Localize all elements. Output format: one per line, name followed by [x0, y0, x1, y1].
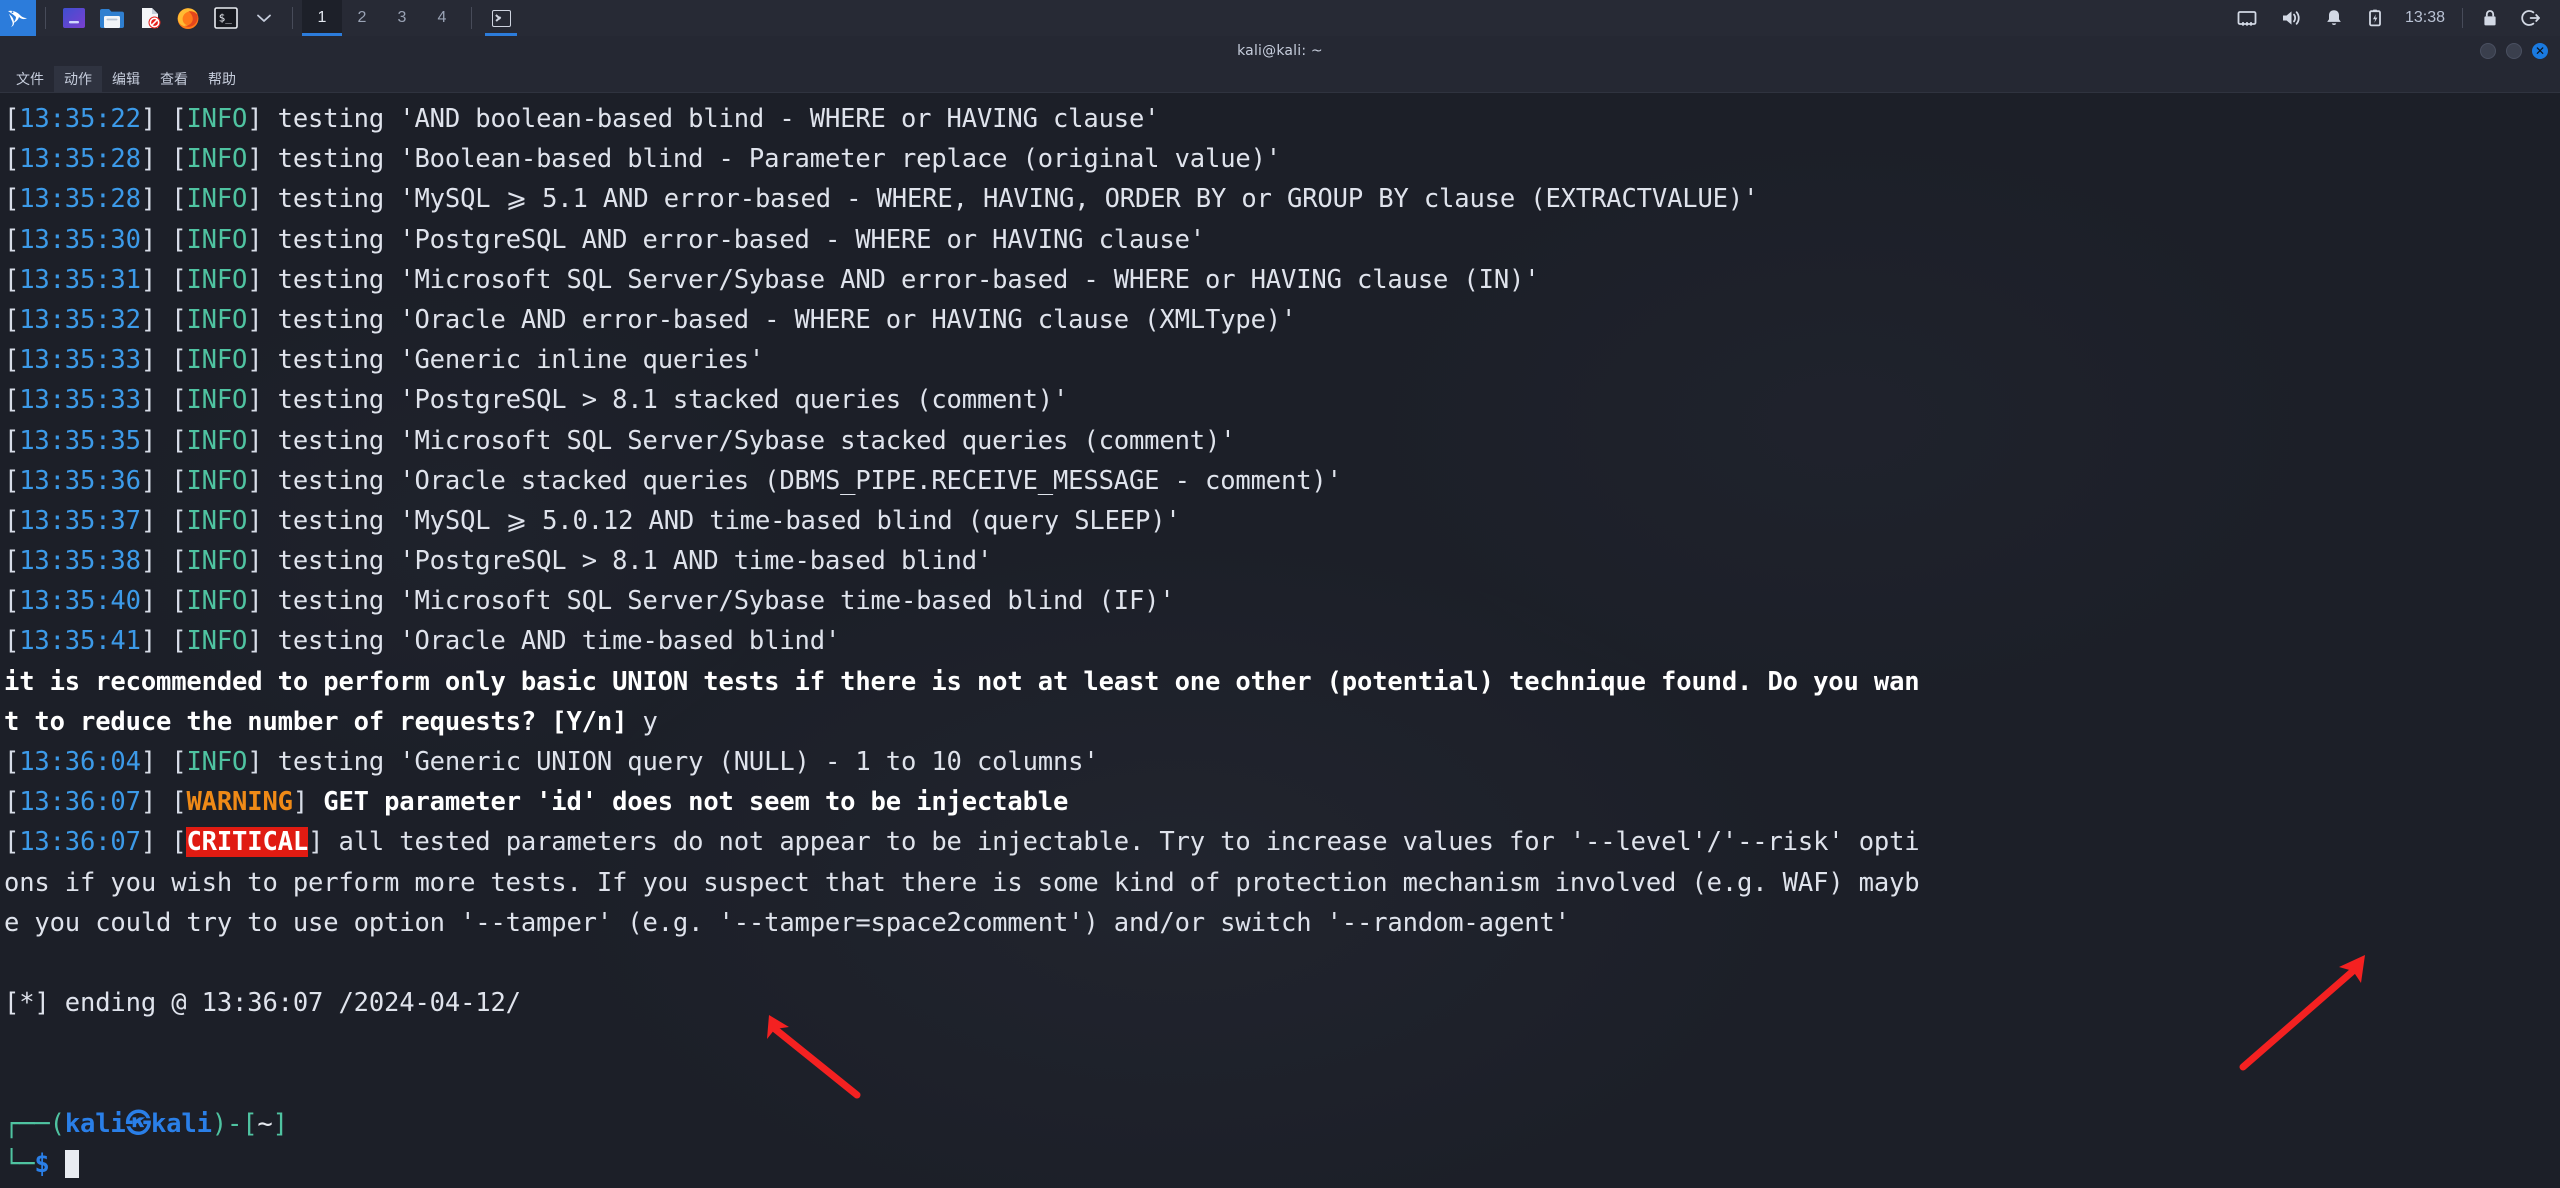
terminal-log-line: [13:35:30] [INFO] testing 'PostgreSQL AN…	[4, 224, 1205, 255]
terminal-question-line: it is recommended to perform only basic …	[4, 666, 1920, 697]
terminal-prompt-line-2: └─$	[4, 1144, 2560, 1184]
menu-view[interactable]: 查看	[150, 66, 198, 92]
kali-dragon-logo[interactable]	[0, 0, 36, 36]
workspace-4[interactable]: 4	[422, 0, 462, 36]
window-controls: ✕	[2480, 36, 2548, 66]
terminal-critical-line-cont: ons if you wish to perform more tests. I…	[4, 867, 1920, 898]
tray-divider	[2462, 8, 2463, 28]
battery-icon[interactable]	[2355, 0, 2395, 36]
terminal-window-icon	[491, 9, 511, 27]
terminal-question-answer-line: t to reduce the number of requests? [Y/n…	[4, 706, 658, 737]
terminal-prompt-line-1: ┌──(kali㉿kali)-[~]	[4, 1108, 288, 1139]
close-button[interactable]: ✕	[2532, 43, 2548, 59]
menu-edit[interactable]: 编辑	[102, 66, 150, 92]
terminal-critical-line-cont: e you could try to use option '--tamper'…	[4, 907, 1570, 938]
files-icon[interactable]	[93, 0, 131, 36]
chevron-down-icon[interactable]	[245, 0, 283, 36]
system-tray: 13:38	[2225, 0, 2560, 36]
maximize-button[interactable]	[2506, 43, 2522, 59]
taskbar-divider-3	[471, 7, 472, 29]
terminal-output-area[interactable]: [13:35:22] [INFO] testing 'AND boolean-b…	[0, 93, 2560, 1188]
terminal-log-line: [13:36:04] [INFO] testing 'Generic UNION…	[4, 747, 1099, 777]
terminal-cursor	[64, 1149, 79, 1178]
firefox-icon[interactable]	[169, 0, 207, 36]
app-menu-icon[interactable]	[55, 0, 93, 36]
taskbar: $_ 1 2 3 4 13:38	[0, 0, 2560, 36]
terminal-log-line: [13:35:38] [INFO] testing 'PostgreSQL > …	[4, 546, 993, 577]
bell-icon[interactable]	[2313, 0, 2355, 36]
terminal-window: kali@kali: ~ ✕ 文件 动作 编辑 查看 帮助 [13:35:22]…	[0, 36, 2560, 1188]
workspace-2[interactable]: 2	[342, 0, 382, 36]
terminal-log-line: [13:35:28] [INFO] testing 'MySQL ⩾ 5.1 A…	[4, 184, 1759, 215]
window-title: kali@kali: ~	[1237, 43, 1323, 59]
text-editor-icon[interactable]	[131, 0, 169, 36]
menu-help[interactable]: 帮助	[198, 66, 246, 92]
taskbar-window-terminal[interactable]	[481, 0, 521, 36]
menu-file[interactable]: 文件	[6, 66, 54, 92]
terminal-log-line: [13:35:22] [INFO] testing 'AND boolean-b…	[4, 104, 1160, 134]
terminal-log-line: [13:35:33] [INFO] testing 'Generic inlin…	[4, 345, 765, 376]
window-titlebar[interactable]: kali@kali: ~ ✕	[0, 36, 2560, 66]
terminal-log-line: [13:35:40] [INFO] testing 'Microsoft SQL…	[4, 586, 1175, 617]
logout-icon[interactable]	[2510, 0, 2552, 36]
taskbar-divider-1	[45, 7, 46, 29]
minimize-button[interactable]	[2480, 43, 2496, 59]
terminal-warning-line: [13:36:07] [WARNING] GET parameter 'id' …	[4, 787, 1069, 818]
svg-text:$_: $_	[219, 12, 233, 25]
terminal-text: [13:35:22] [INFO] testing 'AND boolean-b…	[4, 99, 2560, 1184]
terminal-critical-line: [13:36:07] [CRITICAL] all tested paramet…	[4, 827, 1920, 858]
terminal-log-line: [13:35:33] [INFO] testing 'PostgreSQL > …	[4, 385, 1069, 416]
terminal-log-line: [13:35:31] [INFO] testing 'Microsoft SQL…	[4, 264, 1540, 295]
menu-actions[interactable]: 动作	[54, 66, 102, 92]
terminal-log-line: [13:35:28] [INFO] testing 'Boolean-based…	[4, 144, 1282, 175]
lock-icon[interactable]	[2470, 0, 2510, 36]
taskbar-launchers: $_ 1 2 3 4	[0, 0, 521, 36]
terminal-log-line: [13:35:41] [INFO] testing 'Oracle AND ti…	[4, 626, 841, 657]
menubar: 文件 动作 编辑 查看 帮助	[0, 66, 2560, 93]
terminal-log-line: [13:35:36] [INFO] testing 'Oracle stacke…	[4, 465, 1342, 496]
terminal-icon[interactable]: $_	[207, 0, 245, 36]
clock[interactable]: 13:38	[2395, 9, 2455, 27]
terminal-log-line: [13:35:35] [INFO] testing 'Microsoft SQL…	[4, 425, 1236, 456]
terminal-log-line: [13:35:32] [INFO] testing 'Oracle AND er…	[4, 304, 1297, 335]
volume-icon[interactable]	[2269, 0, 2313, 36]
workspace-1[interactable]: 1	[302, 0, 342, 36]
taskbar-divider-2	[292, 7, 293, 29]
terminal-log-line: [13:35:37] [INFO] testing 'MySQL ⩾ 5.0.1…	[4, 505, 1181, 536]
workspace-3[interactable]: 3	[382, 0, 422, 36]
network-icon[interactable]	[2225, 0, 2269, 36]
workspace-switcher: 1 2 3 4	[302, 0, 462, 36]
terminal-ending-line: [*] ending @ 13:36:07 /2024-04-12/	[4, 988, 521, 1019]
